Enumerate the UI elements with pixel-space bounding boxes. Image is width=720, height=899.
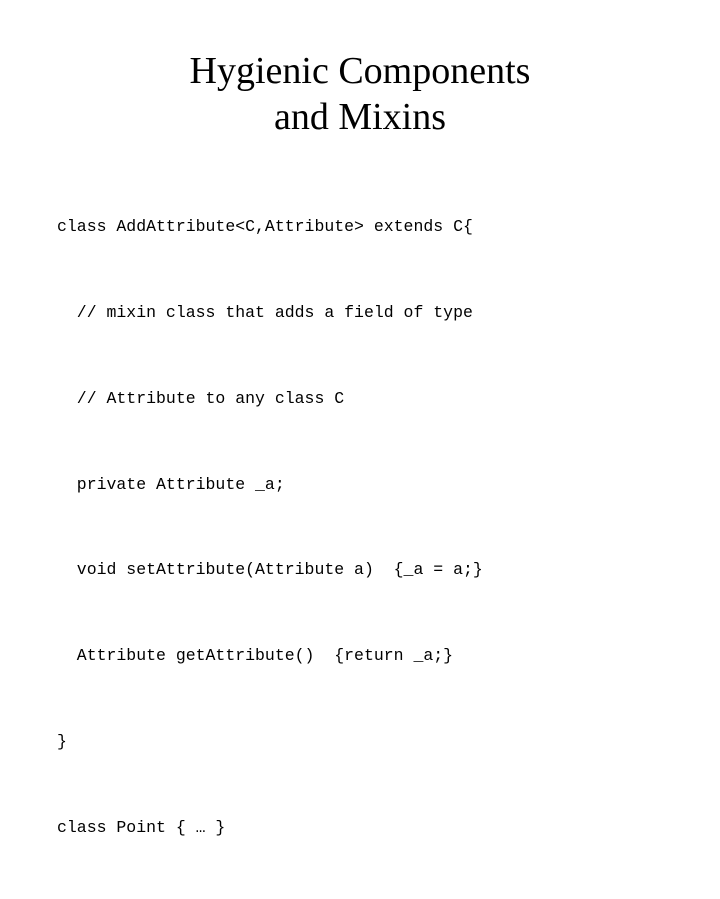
code-line: // Attribute to any class C <box>57 388 345 408</box>
code-line: // mixin class that adds a field of type <box>57 302 473 322</box>
code-block: class AddAttribute<C,Attribute> extends … <box>57 156 700 899</box>
code-line: class AddAttribute<C,Attribute> extends … <box>57 217 473 237</box>
code-line: private Attribute _a; <box>57 474 285 494</box>
code-line: void setAttribute(Attribute a) {_a = a;} <box>57 560 483 580</box>
slide-canvas: Hygienic Components and Mixins class Add… <box>0 0 720 837</box>
code-line: class Point { … } <box>57 817 226 837</box>
page-title: Hygienic Components and Mixins <box>189 50 531 139</box>
code-line: } <box>57 731 67 751</box>
code-line: Attribute getAttribute() {return _a;} <box>57 646 454 666</box>
